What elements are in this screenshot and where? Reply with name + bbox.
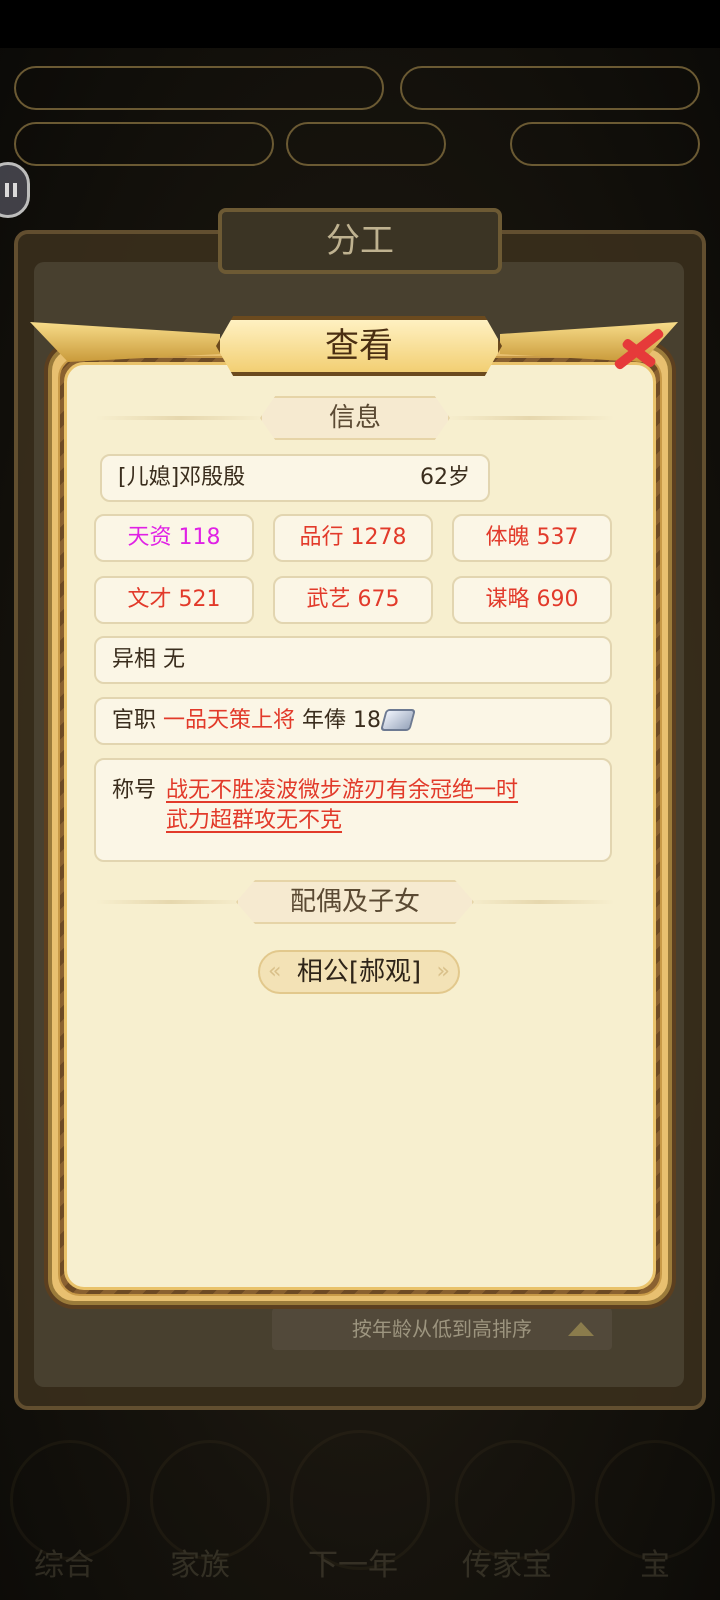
bg-nav-label: 下一年	[308, 1548, 398, 1583]
office-value: 一品天策上将	[163, 708, 296, 733]
triangle-up-icon	[568, 1322, 594, 1336]
status-bar-area	[0, 0, 720, 48]
bg-info-bar-2	[286, 122, 446, 166]
office-box: 官职 一品天策上将 年俸 18	[94, 697, 612, 745]
bg-info-bar	[14, 122, 274, 166]
trait-label: 异相	[112, 647, 157, 672]
stat-strategy: 谋略 690	[452, 576, 612, 624]
stat-physique: 体魄 537	[452, 514, 612, 562]
chevron-right-icon: »	[436, 959, 450, 984]
bg-bottom-nav: 综合 家族 下一年 传家宝 宝	[0, 1420, 720, 1600]
trait-box: 异相 无	[94, 636, 612, 684]
family-header-label: 配偶及子女	[289, 887, 420, 917]
close-button[interactable]	[604, 318, 672, 382]
person-name-box: [儿媳]邓殷殷 62岁	[100, 454, 490, 502]
bg-panel-title: 分工	[218, 208, 502, 274]
titles-line-2[interactable]: 武力超群攻无不克	[166, 802, 342, 834]
info-header-label: 信息	[328, 403, 381, 433]
family-section-header: 配偶及子女	[96, 880, 614, 924]
spouse-button[interactable]: « 相公[郝观] »	[258, 950, 460, 994]
bg-sort-button: 按年龄从低到高排序	[272, 1308, 612, 1350]
salary-value: 18	[353, 708, 382, 733]
bg-nav-label: 宝	[640, 1548, 670, 1583]
bg-resource-bar	[14, 66, 384, 110]
silver-ingot-icon	[380, 709, 416, 731]
stat-martial: 武艺 675	[273, 576, 433, 624]
spouse-label: 相公[郝观]	[296, 957, 422, 987]
dialog-title: 查看	[216, 316, 502, 376]
office-label: 官职	[112, 708, 157, 733]
titles-label: 称号	[112, 778, 157, 803]
person-age: 62岁	[420, 465, 470, 490]
stat-talent: 天资 118	[94, 514, 254, 562]
stat-literary: 文才 521	[94, 576, 254, 624]
info-section-header: 信息	[96, 396, 614, 440]
bg-nav-label: 家族	[170, 1548, 230, 1583]
bg-sort-label: 按年龄从低到高排序	[352, 1317, 532, 1341]
bg-resource-bar-2	[400, 66, 700, 110]
trait-value: 无	[163, 647, 186, 672]
salary-label: 年俸	[302, 708, 347, 733]
chevron-left-icon: «	[268, 959, 282, 984]
titles-line-1[interactable]: 战无不胜凌波微步游刃有余冠绝一时	[166, 772, 518, 804]
stat-conduct: 品行 1278	[273, 514, 433, 562]
bg-nav-label: 传家宝	[462, 1548, 552, 1583]
titles-box: 称号 战无不胜凌波微步游刃有余冠绝一时 武力超群攻无不克	[94, 758, 612, 862]
bg-info-bar-3	[510, 122, 700, 166]
bg-nav-label: 综合	[34, 1548, 94, 1583]
person-name: [儿媳]邓殷殷	[118, 465, 246, 490]
